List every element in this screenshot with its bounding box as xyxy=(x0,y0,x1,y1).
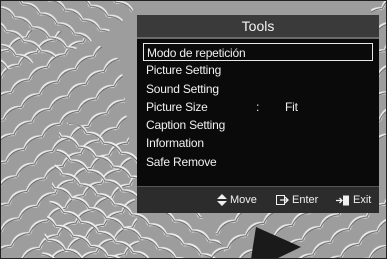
picture-size-value: Fit xyxy=(285,99,298,114)
menu-list: Modo de repetición Picture Setting Sound… xyxy=(137,39,379,171)
menu-item-label: Sound Setting xyxy=(146,81,219,96)
menu-title: Tools xyxy=(137,15,379,39)
exit-label: Exit xyxy=(353,194,372,206)
menu-item-picture-setting[interactable]: Picture Setting xyxy=(137,61,379,79)
menu-item-label: Caption Setting xyxy=(146,118,226,133)
exit-icon xyxy=(336,195,349,205)
move-hint: Move xyxy=(217,194,257,206)
up-down-arrow-icon xyxy=(217,194,227,206)
menu-item-caption-setting[interactable]: Caption Setting xyxy=(137,116,379,134)
menu-item-label: Modo de repetición xyxy=(147,46,246,60)
exit-hint: Exit xyxy=(336,194,371,206)
menu-item-information[interactable]: Information xyxy=(137,134,379,152)
menu-item-safe-remove[interactable]: Safe Remove xyxy=(137,153,379,171)
menu-item-label: Picture Setting xyxy=(146,63,222,78)
menu-item-label: Safe Remove xyxy=(146,154,217,169)
menu-item-separator: : xyxy=(256,99,260,114)
move-label: Move xyxy=(230,194,257,206)
tv-screen: Tools Modo de repetición Picture Setting… xyxy=(0,0,387,259)
menu-item-label: Picture Size xyxy=(146,99,208,114)
menu-item-label: Information xyxy=(146,136,204,151)
menu-footer: Move Enter Exit xyxy=(137,186,379,213)
enter-hint: Enter xyxy=(276,194,318,206)
enter-label: Enter xyxy=(292,194,319,206)
tools-menu: Tools Modo de repetición Picture Setting… xyxy=(137,15,379,213)
menu-item-picture-size[interactable]: Picture Size : Fit xyxy=(137,98,379,116)
menu-item-sound-setting[interactable]: Sound Setting xyxy=(137,80,379,98)
enter-icon xyxy=(276,195,289,205)
menu-item-repeat-mode[interactable]: Modo de repetición xyxy=(143,43,373,62)
